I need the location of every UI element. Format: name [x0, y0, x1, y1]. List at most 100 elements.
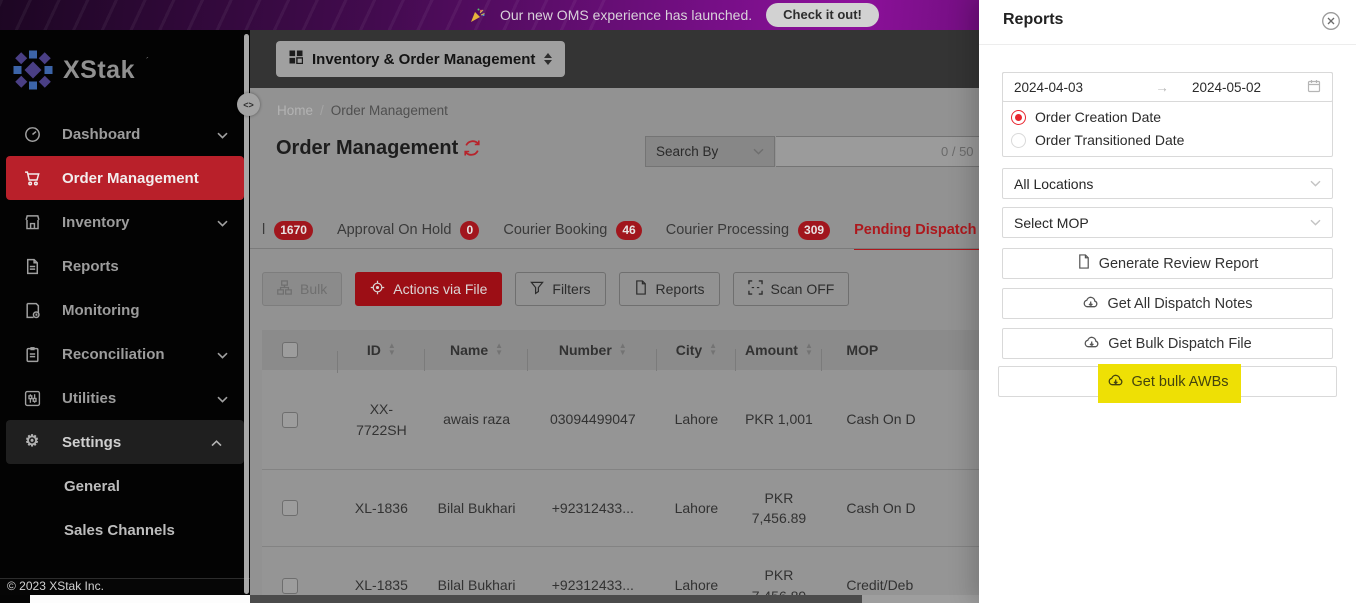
- clipboard-icon: [23, 345, 41, 363]
- grid-icon: [289, 50, 303, 69]
- breadcrumb-home[interactable]: Home: [277, 103, 313, 118]
- table-row[interactable]: XX-7722SH awais raza 03094499047 Lahore …: [262, 370, 979, 470]
- date-from-value[interactable]: 2024-04-03: [1014, 80, 1132, 95]
- tabs-divider: [250, 248, 979, 249]
- bulk-button[interactable]: Bulk: [262, 272, 342, 306]
- sidebar-subitem-sales-channels[interactable]: Sales Channels: [0, 508, 250, 552]
- radio-order-transitioned-date[interactable]: Order Transitioned Date: [1003, 132, 1332, 148]
- refresh-icon[interactable]: [462, 138, 482, 158]
- drawer-divider: [979, 44, 1356, 45]
- actions-via-file-button[interactable]: Actions via File: [355, 272, 502, 306]
- tab-courier-processing[interactable]: Courier Processing 309: [666, 211, 830, 249]
- search-by-label: Search By: [656, 144, 718, 159]
- page-title: Order Management: [276, 137, 458, 160]
- column-header-id[interactable]: ID▲▼: [338, 340, 425, 360]
- scan-toggle-button[interactable]: Scan OFF: [733, 272, 850, 306]
- funnel-icon: [530, 281, 544, 298]
- tab-count-badge: 0: [460, 221, 479, 240]
- table-row[interactable]: XL-1836 Bilal Bukhari +92312433... Lahor…: [262, 470, 979, 547]
- check-it-out-button[interactable]: Check it out!: [766, 3, 879, 27]
- cloud-download-icon: [1082, 295, 1099, 313]
- get-all-dispatch-notes-button[interactable]: Get All Dispatch Notes: [1002, 288, 1333, 319]
- radio-unselected-icon[interactable]: [1011, 133, 1026, 148]
- sidebar-item-inventory[interactable]: Inventory: [0, 200, 250, 244]
- sort-icon[interactable]: ▲▼: [709, 343, 717, 357]
- date-to-value[interactable]: 2024-05-02: [1192, 80, 1307, 95]
- horizontal-scrollbar-track[interactable]: [250, 595, 979, 603]
- sliders-icon: [23, 389, 41, 407]
- mop-select-value: Select MOP: [1014, 215, 1089, 231]
- sort-icon[interactable]: ▲▼: [495, 343, 503, 357]
- filters-button[interactable]: Filters: [515, 272, 605, 306]
- radio-selected-icon[interactable]: [1011, 110, 1026, 125]
- sidebar-item-settings[interactable]: ⚙ Settings: [6, 420, 244, 464]
- row-checkbox[interactable]: [282, 412, 298, 428]
- tab-label: Pending Dispatch: [854, 222, 976, 238]
- get-bulk-dispatch-file-button[interactable]: Get Bulk Dispatch File: [1002, 328, 1333, 359]
- app-switcher[interactable]: Inventory & Order Management: [276, 41, 565, 77]
- radio-label: Order Transitioned Date: [1035, 132, 1184, 148]
- chevron-down-icon: [1310, 180, 1321, 187]
- radio-order-creation-date[interactable]: Order Creation Date: [1003, 109, 1332, 125]
- column-header-city[interactable]: City▲▼: [657, 340, 735, 360]
- sort-icon[interactable]: ▲▼: [619, 343, 627, 357]
- cell-city: Lahore: [657, 498, 735, 518]
- tab-partial[interactable]: l 1670: [262, 211, 313, 249]
- cart-icon: [23, 169, 41, 187]
- horizontal-scrollbar-thumb[interactable]: [250, 595, 862, 603]
- search-input[interactable]: 0 / 50: [776, 136, 979, 167]
- search-by-select[interactable]: Search By: [645, 136, 775, 167]
- sidebar-item-label: Reconciliation: [62, 346, 165, 363]
- locations-select[interactable]: All Locations: [1002, 168, 1333, 199]
- sidebar-item-label: Reports: [62, 258, 119, 275]
- column-header-number[interactable]: Number▲▼: [528, 340, 657, 360]
- tab-approval-on-hold[interactable]: Approval On Hold 0: [337, 211, 479, 249]
- sidebar-item-utilities[interactable]: Utilities: [0, 376, 250, 420]
- sidebar-item-order-management[interactable]: Order Management: [6, 156, 244, 200]
- reports-button[interactable]: Reports: [619, 272, 720, 306]
- cell-id: XL-1835: [338, 575, 425, 595]
- sort-icon[interactable]: ▲▼: [805, 343, 813, 357]
- chevron-up-icon: [211, 434, 222, 451]
- status-tabs: l 1670 Approval On Hold 0 Courier Bookin…: [262, 211, 979, 249]
- table-header-row: ID▲▼ Name▲▼ Number▲▼ City▲▼ Amount▲▼ MOP: [262, 330, 979, 370]
- row-checkbox[interactable]: [282, 500, 298, 516]
- chevron-down-icon: [217, 214, 228, 231]
- cloud-download-icon: [1107, 373, 1124, 391]
- sidebar-item-monitoring[interactable]: Monitoring: [0, 288, 250, 332]
- column-header-name[interactable]: Name▲▼: [425, 340, 529, 360]
- sidebar-item-dashboard[interactable]: Dashboard: [0, 112, 250, 156]
- sidebar-item-reports[interactable]: Reports: [0, 244, 250, 288]
- file-icon: [1077, 254, 1091, 273]
- get-bulk-awbs-button[interactable]: Get bulk AWBs: [998, 366, 1337, 397]
- main-content: Inventory & Order Management Home / Orde…: [250, 30, 979, 603]
- cell-id: XX-7722SH: [338, 399, 425, 440]
- page-scrollbar-thumb[interactable]: [30, 595, 250, 603]
- scan-icon: [748, 280, 763, 298]
- sidebar-subitem-general[interactable]: General: [0, 464, 250, 508]
- row-select-cell: [262, 578, 338, 594]
- tab-pending-dispatch[interactable]: Pending Dispatch: [854, 211, 979, 249]
- select-all-checkbox[interactable]: [282, 342, 298, 358]
- sidebar-collapse-button[interactable]: <>: [237, 93, 260, 116]
- row-select-cell: [262, 412, 338, 428]
- tab-count-badge: 309: [798, 221, 830, 240]
- sidebar-scrollbar[interactable]: [244, 34, 249, 594]
- tab-courier-booking[interactable]: Courier Booking 46: [503, 211, 641, 249]
- date-range-input[interactable]: 2024-04-03 → 2024-05-02: [1002, 72, 1333, 102]
- sort-icon[interactable]: ▲▼: [388, 343, 396, 357]
- row-checkbox[interactable]: [282, 578, 298, 594]
- cell-city: Lahore: [657, 409, 735, 429]
- sidebar-item-reconciliation[interactable]: Reconciliation: [0, 332, 250, 376]
- generate-review-report-button[interactable]: Generate Review Report: [1002, 248, 1333, 279]
- date-filter-group: 2024-04-03 → 2024-05-02 Order Creation D…: [1002, 72, 1333, 157]
- sidebar-item-label: Settings: [62, 434, 121, 451]
- mop-select[interactable]: Select MOP: [1002, 207, 1333, 238]
- cell-name: awais raza: [425, 409, 529, 429]
- sidebar-menu: Dashboard Order Management Inventory: [0, 112, 250, 552]
- close-icon[interactable]: [1321, 11, 1341, 31]
- copyright-footer: © 2023 XStak Inc.: [0, 578, 250, 595]
- tab-label: Courier Booking: [503, 222, 607, 238]
- column-header-amount[interactable]: Amount▲▼: [736, 340, 823, 360]
- column-header-mop[interactable]: MOP: [822, 340, 979, 360]
